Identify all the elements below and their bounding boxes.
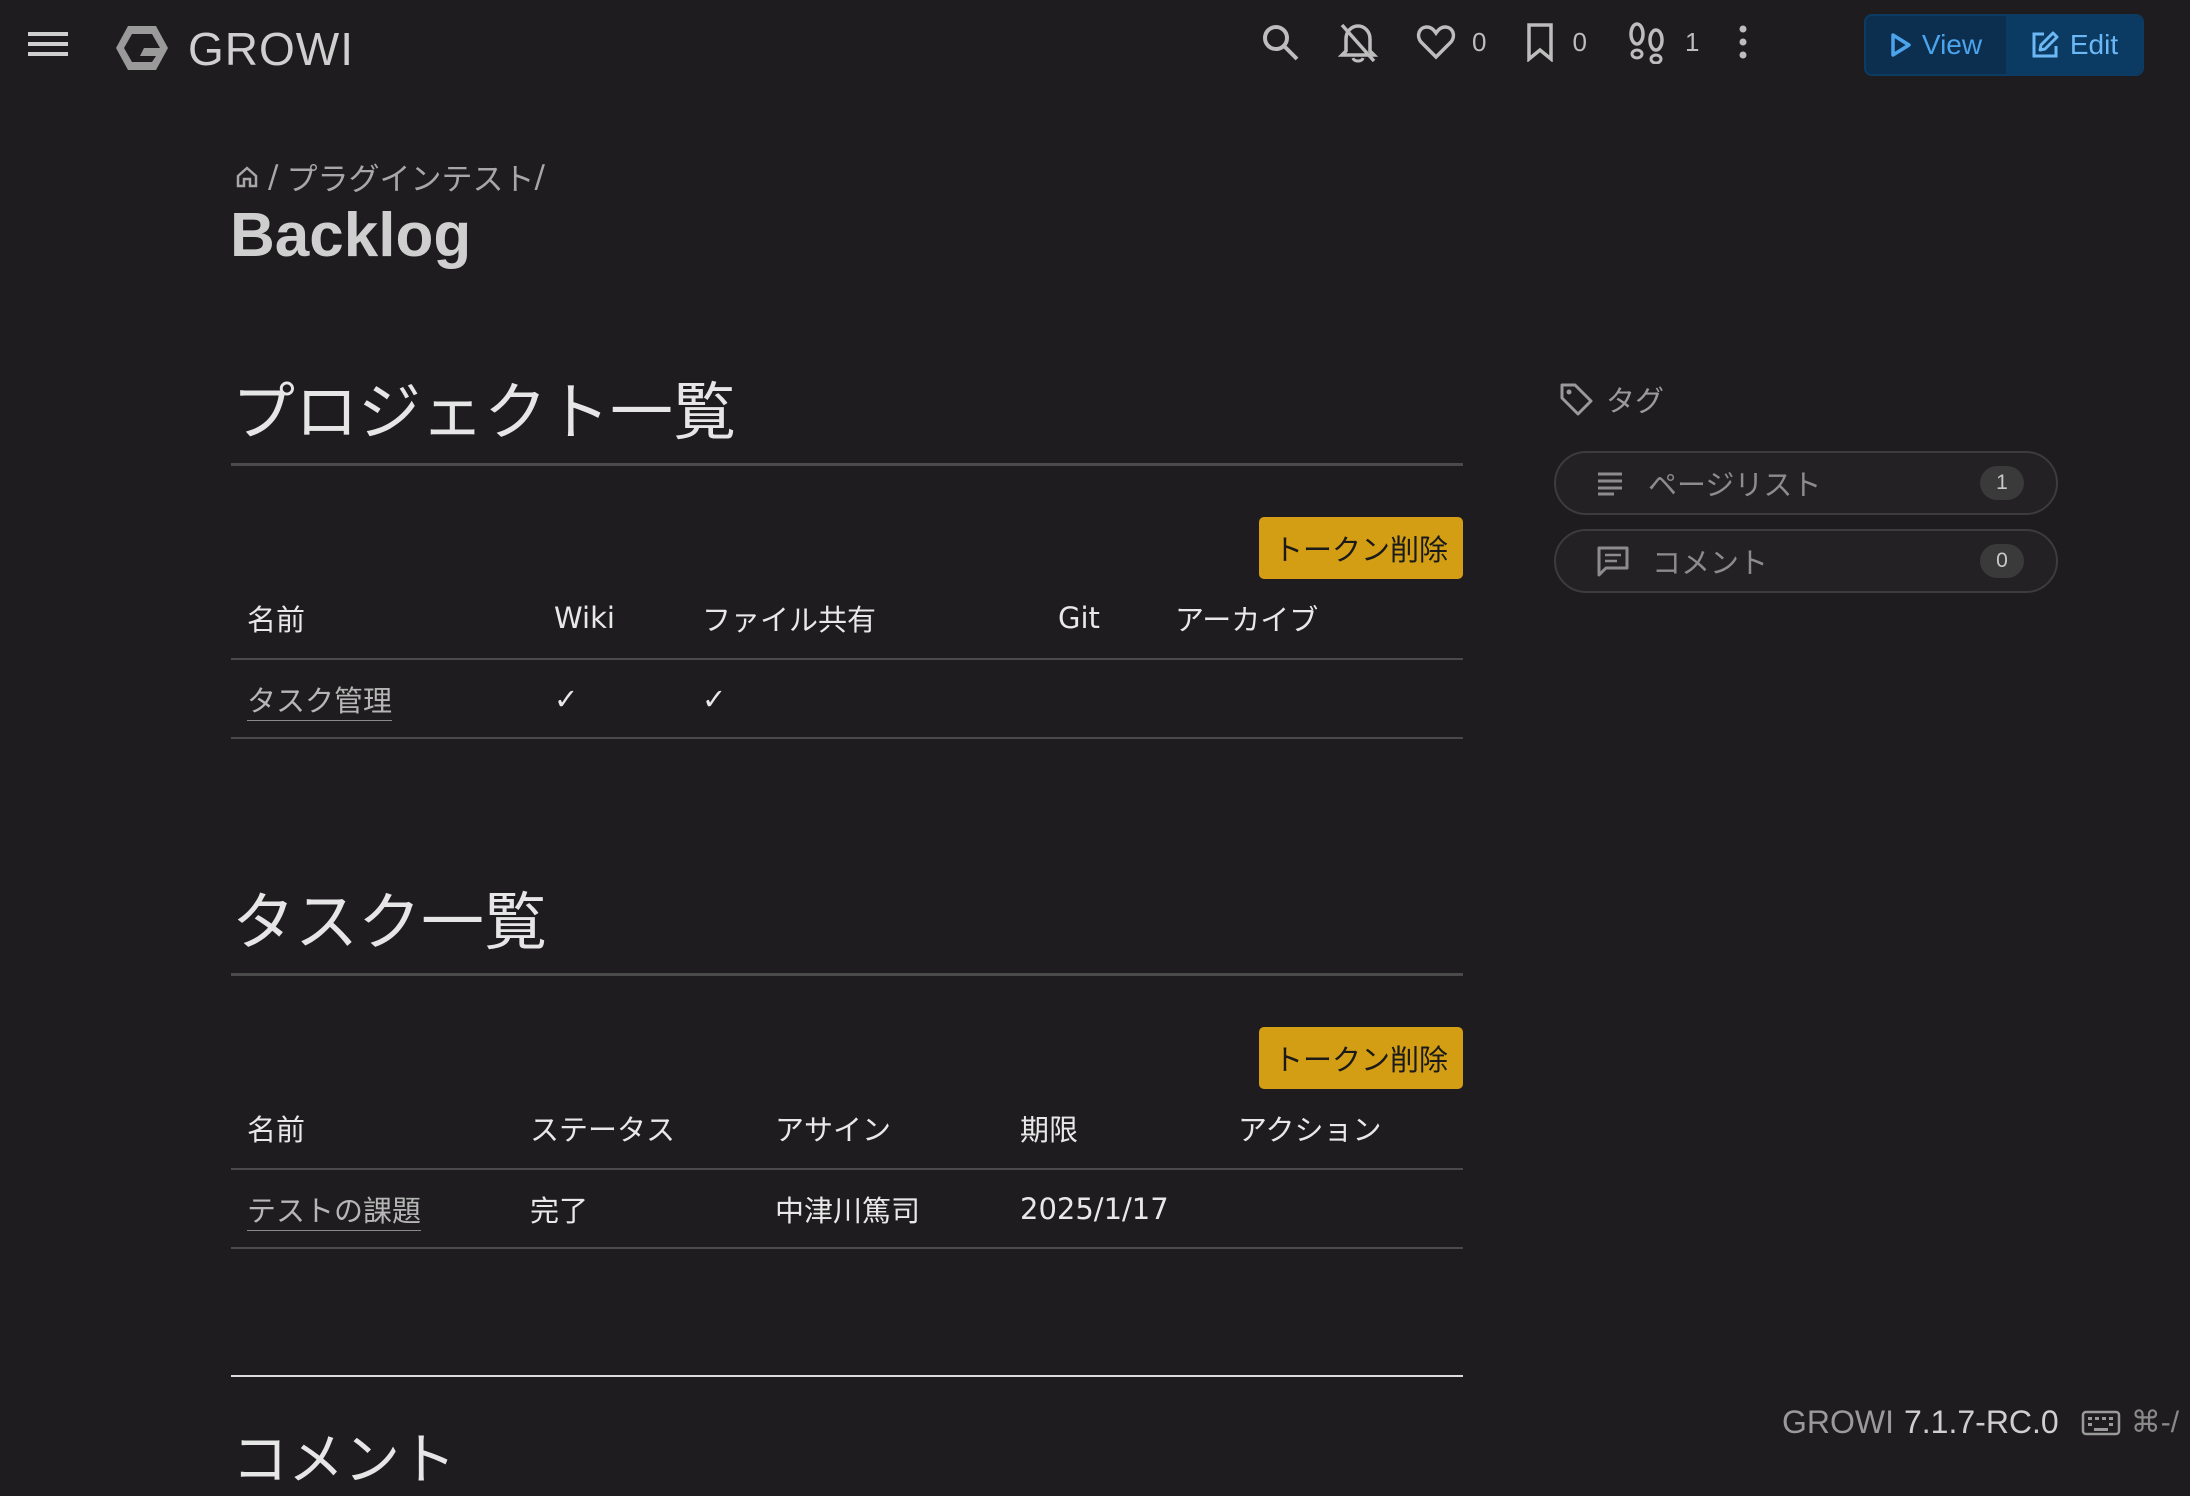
- bookmark-count: 0: [1572, 26, 1587, 57]
- version-number: 7.1.7-RC.0: [1903, 1404, 2059, 1440]
- projects-table: 名前 Wiki ファイル共有 Git アーカイブ タスク管理 ✓ ✓: [231, 578, 1463, 739]
- edit-label: Edit: [2069, 29, 2119, 60]
- tags-label: タグ: [1606, 384, 1665, 418]
- like-count: 0: [1472, 26, 1487, 57]
- comments-heading: コメント: [232, 1428, 456, 1493]
- project-name-cell: タスク管理: [231, 659, 538, 739]
- task-name-cell: テストの課題: [231, 1169, 514, 1249]
- breadcrumb-separator: /: [268, 158, 279, 195]
- git-cell: [1042, 659, 1159, 739]
- breadcrumb: / プラグインテスト /: [234, 154, 545, 199]
- search-icon: [1263, 25, 1299, 61]
- shortcut-hint: ⌘-/: [2130, 1406, 2180, 1439]
- comment-icon: [1596, 545, 1630, 577]
- column-header: 名前: [231, 1088, 514, 1170]
- column-header: Git: [1042, 578, 1159, 660]
- task-link[interactable]: テストの課題: [247, 1193, 422, 1231]
- tasks-delete-token-button[interactable]: トークン削除: [1259, 1027, 1463, 1089]
- keyboard-shortcuts-button[interactable]: ⌘-/: [2081, 1405, 2179, 1440]
- table-row: テストの課題 完了 中津川篤司 2025/1/17: [231, 1169, 1463, 1249]
- comments-button[interactable]: コメント 0: [1554, 529, 2058, 593]
- comments-count: 0: [1980, 544, 2024, 578]
- list-icon: [1596, 470, 1626, 496]
- column-header: アクション: [1222, 1088, 1463, 1170]
- breadcrumb-trailing-separator: /: [534, 158, 545, 195]
- like-button[interactable]: 0: [1416, 23, 1486, 61]
- growi-logo[interactable]: GROWI: [114, 22, 354, 76]
- play-icon: [1891, 33, 1911, 57]
- page-list-count: 1: [1980, 466, 2024, 500]
- task-status: 完了: [514, 1169, 759, 1249]
- page-list-label: ページリスト: [1648, 468, 1822, 502]
- home-icon[interactable]: [234, 164, 260, 190]
- tasks-heading-rule: [231, 973, 1463, 976]
- page-end-divider: [231, 1375, 1463, 1377]
- view-edit-toggle: View Edit: [1864, 14, 2144, 76]
- keyboard-icon: [2081, 1410, 2120, 1435]
- table-row: タスク管理 ✓ ✓: [231, 659, 1463, 739]
- page-title: Backlog: [230, 201, 472, 270]
- column-header: アーカイブ: [1159, 578, 1463, 660]
- task-assignee: 中津川篤司: [759, 1169, 1004, 1249]
- app-name: GROWI: [188, 23, 354, 75]
- top-navbar: GROWI 0 0 1 View Edit: [0, 0, 2190, 96]
- search-button[interactable]: [1260, 22, 1300, 62]
- column-header: アサイン: [759, 1088, 1004, 1170]
- task-due-date: 2025/1/17: [1004, 1169, 1222, 1249]
- seen-count: 1: [1684, 26, 1700, 57]
- bookmark-icon: [1527, 23, 1554, 62]
- tag-icon: [1560, 383, 1593, 416]
- seen-users-button[interactable]: 1: [1625, 20, 1699, 64]
- comments-label: コメント: [1652, 546, 1769, 580]
- column-header: Wiki: [538, 578, 686, 660]
- tasks-header-row: 名前 ステータス アサイン 期限 アクション: [231, 1088, 1463, 1170]
- menu-icon[interactable]: [28, 32, 68, 62]
- edit-button[interactable]: Edit: [2006, 16, 2142, 74]
- tasks-heading: タスク一覧: [232, 886, 547, 959]
- tasks-table: 名前 ステータス アサイン 期限 アクション テストの課題 完了 中津川篤司 2…: [231, 1088, 1463, 1249]
- kebab-menu-icon: [1739, 25, 1747, 59]
- projects-heading: プロジェクト一覧: [232, 376, 736, 449]
- view-button[interactable]: View: [1866, 16, 2006, 74]
- edit-icon: [2032, 31, 2059, 58]
- column-header: ファイル共有: [686, 578, 1042, 660]
- project-link[interactable]: タスク管理: [247, 683, 393, 721]
- breadcrumb-parent-link[interactable]: プラグインテスト: [286, 154, 534, 199]
- bookmark-button[interactable]: 0: [1524, 22, 1587, 62]
- projects-header-row: 名前 Wiki ファイル共有 Git アーカイブ: [231, 578, 1463, 660]
- version-footer: GROWI 7.1.7-RC.0 ⌘-/: [1782, 1404, 2179, 1441]
- column-header: 名前: [231, 578, 538, 660]
- bell-off-icon: [1338, 23, 1378, 63]
- wiki-check: ✓: [538, 659, 686, 739]
- version-prefix: GROWI: [1782, 1404, 1894, 1440]
- tags-button[interactable]: タグ: [1558, 378, 1664, 420]
- projects-heading-rule: [231, 463, 1463, 466]
- page-list-button[interactable]: ページリスト 1: [1554, 451, 2058, 515]
- task-action: [1222, 1169, 1463, 1249]
- file-share-check: ✓: [686, 659, 1042, 739]
- column-header: 期限: [1004, 1088, 1222, 1170]
- column-header: ステータス: [514, 1088, 759, 1170]
- heart-icon: [1416, 25, 1456, 60]
- more-options-button[interactable]: [1737, 24, 1749, 60]
- view-label: View: [1921, 29, 1983, 60]
- projects-delete-token-button[interactable]: トークン削除: [1259, 517, 1463, 579]
- footprints-icon: [1629, 22, 1664, 64]
- growi-logo-icon: [116, 26, 168, 70]
- subscribe-button[interactable]: [1338, 21, 1378, 63]
- archive-cell: [1159, 659, 1463, 739]
